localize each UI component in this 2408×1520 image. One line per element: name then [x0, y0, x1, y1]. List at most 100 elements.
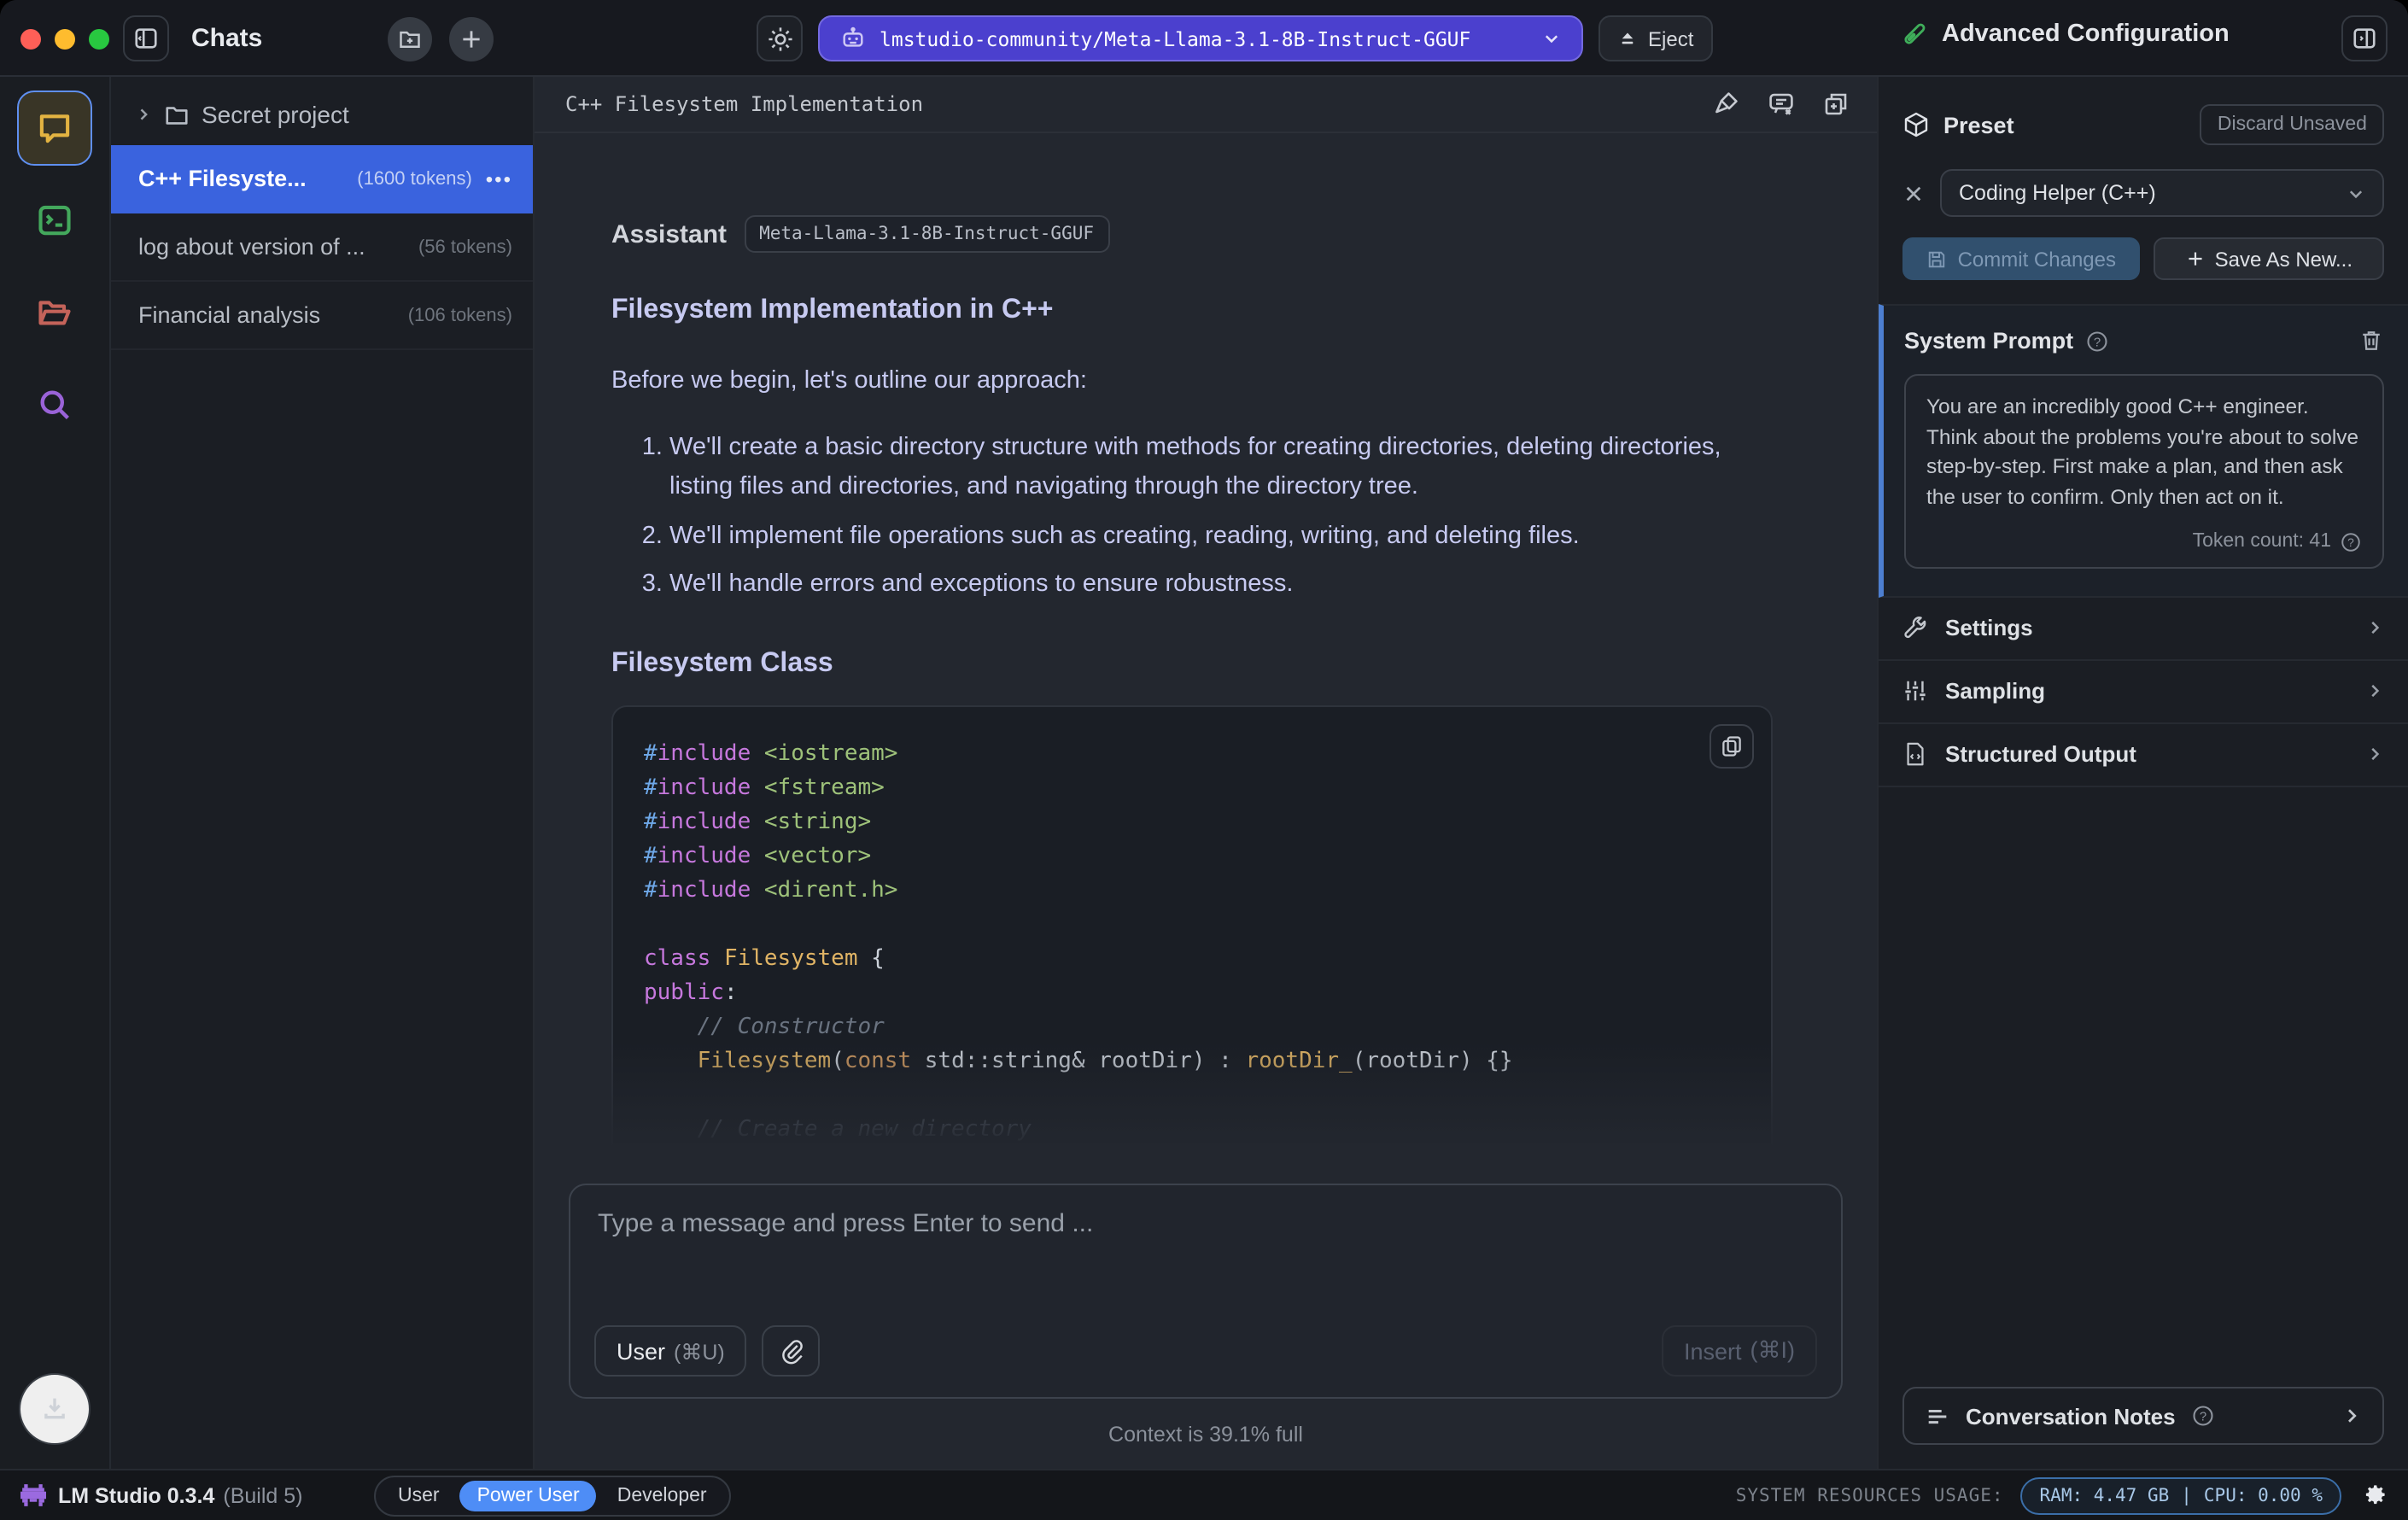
- attach-file-button[interactable]: [762, 1325, 821, 1377]
- section-label: Sampling: [1945, 678, 2046, 704]
- robot-icon: [840, 26, 866, 51]
- zoom-window-button[interactable]: [89, 29, 109, 50]
- role-selector-button[interactable]: User (⌘U): [594, 1325, 747, 1377]
- eject-icon: [1617, 28, 1638, 49]
- page-title: Chats: [191, 24, 263, 53]
- chat-list-item[interactable]: log about version of ... (56 tokens): [111, 213, 533, 282]
- chat-title: Financial analysis: [138, 302, 321, 328]
- message-input-container: User (⌘U) Insert (⌘I): [569, 1184, 1843, 1399]
- composer-area: User (⌘U) Insert (⌘I): [535, 1042, 1877, 1469]
- folder-secret-project[interactable]: Secret project: [111, 77, 533, 145]
- notes-lines-icon: [1925, 1403, 1950, 1429]
- clean-conversation-button[interactable]: [1713, 91, 1740, 118]
- clear-messages-button[interactable]: [1768, 91, 1795, 118]
- save-as-new-button[interactable]: Save As New...: [2154, 237, 2384, 280]
- loaded-model-selector[interactable]: lmstudio-community/Meta-Llama-3.1-8B-Ins…: [818, 15, 1583, 61]
- message-list: We'll create a basic directory structure…: [611, 429, 1776, 606]
- insert-shortcut: (⌘I): [1750, 1337, 1796, 1363]
- nav-chat-tab[interactable]: [17, 91, 92, 166]
- preset-selected-value: Coding Helper (C++): [1959, 181, 2156, 205]
- terminal-icon: [36, 202, 73, 239]
- save-as-new-label: Save As New...: [2214, 247, 2353, 271]
- chat-list-item[interactable]: C++ Filesyste... (1600 tokens) •••: [111, 145, 533, 213]
- settings-gear-button[interactable]: [2362, 1482, 2388, 1508]
- model-settings-button[interactable]: [757, 15, 803, 61]
- chat-list: C++ Filesyste... (1600 tokens) ••• log abou…: [111, 145, 533, 350]
- section-settings[interactable]: Settings: [1879, 598, 2408, 661]
- mode-user[interactable]: User: [381, 1480, 457, 1511]
- delete-system-prompt-button[interactable]: [2358, 328, 2384, 354]
- toggle-right-panel-button[interactable]: [2341, 15, 2388, 61]
- section-label: Structured Output: [1945, 741, 2136, 768]
- new-folder-button[interactable]: [388, 17, 432, 61]
- insert-message-button[interactable]: Insert (⌘I): [1661, 1325, 1817, 1377]
- chat-title: log about version of ...: [138, 234, 365, 260]
- list-item: We'll create a basic directory structure…: [669, 429, 1776, 509]
- toggle-left-sidebar-button[interactable]: [123, 15, 169, 61]
- folder-icon: [164, 102, 190, 127]
- conversation-title: C++ Filesystem Implementation: [565, 92, 924, 116]
- chat-token-count: (1600 tokens): [357, 168, 472, 189]
- gear-icon: [766, 25, 793, 52]
- loaded-model-name: lmstudio-community/Meta-Llama-3.1-8B-Ins…: [880, 26, 1471, 50]
- chat-token-count: (56 tokens): [418, 237, 512, 257]
- sliders-icon: [1902, 679, 1928, 704]
- message-intro: Before we begin, let's outline our appro…: [611, 367, 1087, 395]
- help-icon[interactable]: ?: [2085, 329, 2109, 353]
- chat-token-count: (106 tokens): [407, 305, 512, 325]
- nav-discover-tab[interactable]: [17, 367, 92, 442]
- save-icon: [1927, 248, 1948, 269]
- system-prompt-editor[interactable]: You are an incredibly good C++ engineer.…: [1904, 374, 2384, 569]
- message-input[interactable]: [598, 1209, 1814, 1308]
- chat-list-item[interactable]: Financial analysis (106 tokens): [111, 282, 533, 350]
- chevron-down-icon: [2347, 184, 2365, 202]
- separator: |: [2181, 1485, 2192, 1505]
- panel-title: Advanced Configuration: [1942, 20, 2230, 48]
- commit-changes-button[interactable]: Commit Changes: [1902, 237, 2141, 280]
- insert-label: Insert: [1683, 1338, 1742, 1364]
- eject-model-button[interactable]: Eject: [1599, 15, 1713, 61]
- chevron-down-icon: [1542, 29, 1561, 48]
- commit-changes-label: Commit Changes: [1957, 247, 2116, 271]
- download-icon: [39, 1394, 70, 1424]
- duplicate-chat-button[interactable]: [1822, 91, 1850, 118]
- minimize-window-button[interactable]: [55, 29, 75, 50]
- section-structured-output[interactable]: Structured Output: [1879, 724, 2408, 787]
- nav-developer-tab[interactable]: [17, 183, 92, 258]
- chat-titlebar: C++ Filesystem Implementation: [535, 77, 1877, 133]
- conversation-notes-label: Conversation Notes: [1966, 1403, 2176, 1429]
- assistant-label: Assistant: [611, 219, 728, 248]
- app-build: (Build 5): [223, 1483, 303, 1507]
- svg-text:?: ?: [2094, 335, 2101, 348]
- package-icon: [1902, 111, 1930, 138]
- clear-preset-button[interactable]: [1902, 182, 1925, 204]
- list-item: We'll handle errors and exceptions to en…: [669, 566, 1776, 606]
- status-bar: LM Studio 0.3.4 (Build 5) User Power User…: [0, 1469, 2408, 1520]
- chat-title: C++ Filesyste...: [138, 166, 307, 191]
- folder-plus-icon: [398, 27, 422, 51]
- copy-code-button[interactable]: [1710, 723, 1754, 769]
- mode-power-user[interactable]: Power User: [459, 1480, 597, 1511]
- help-icon[interactable]: ?: [2340, 531, 2362, 553]
- downloads-button[interactable]: [19, 1373, 91, 1445]
- nav-my-models-tab[interactable]: [17, 275, 92, 350]
- discard-unsaved-button[interactable]: Discard Unsaved: [2200, 104, 2384, 145]
- model-badge: Meta-Llama-3.1-8B-Instruct-GGUF: [744, 215, 1109, 253]
- mode-developer[interactable]: Developer: [600, 1480, 724, 1511]
- eject-label: Eject: [1648, 26, 1694, 50]
- app-version: LM Studio 0.3.4: [58, 1483, 215, 1507]
- preset-select[interactable]: Coding Helper (C++): [1940, 169, 2384, 217]
- new-chat-button[interactable]: [449, 17, 494, 61]
- message-heading-1: Filesystem Implementation in C++: [611, 295, 1054, 324]
- paperclip-icon: [779, 1338, 804, 1364]
- panel-left-icon: [133, 26, 159, 51]
- system-prompt-section: System Prompt ? You are an incredibly go…: [1879, 304, 2408, 598]
- chevron-right-icon: [2365, 745, 2384, 764]
- conversation-notes-button[interactable]: Conversation Notes ?: [1902, 1387, 2384, 1445]
- advanced-configuration-panel: Preset Discard Unsaved Coding Helper (C+…: [1877, 77, 2408, 1469]
- resource-usage-pill[interactable]: RAM: 4.47 GB | CPU: 0.00 %: [2020, 1476, 2341, 1514]
- section-sampling[interactable]: Sampling: [1879, 661, 2408, 724]
- chat-item-menu-button[interactable]: •••: [486, 167, 512, 190]
- chats-sidebar: Secret project C++ Filesyste... (1600 tok…: [111, 77, 535, 1469]
- close-window-button[interactable]: [20, 29, 41, 50]
